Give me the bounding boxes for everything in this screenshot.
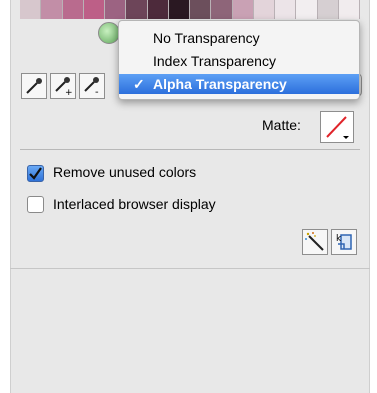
- color-swatch[interactable]: [62, 0, 84, 19]
- interlaced-browser-display-checkbox[interactable]: [27, 196, 44, 213]
- color-swatch[interactable]: [296, 0, 318, 19]
- matte-none-icon: [326, 116, 349, 139]
- color-swatch[interactable]: [338, 0, 360, 19]
- import-icon: k: [336, 234, 352, 250]
- svg-text:k: k: [336, 234, 342, 244]
- svg-text:-: -: [95, 87, 99, 95]
- menu-item-no-transparency[interactable]: No Transparency: [119, 28, 359, 48]
- color-swatch[interactable]: [253, 0, 275, 19]
- color-swatch[interactable]: [190, 0, 212, 19]
- svg-text:+: +: [65, 88, 72, 95]
- panel-bottom-edge: [10, 268, 370, 269]
- magic-wand-button[interactable]: [302, 229, 328, 255]
- matte-color-button[interactable]: [320, 111, 354, 143]
- color-swatch[interactable]: [211, 0, 233, 19]
- transparency-dropdown-menu: No Transparency Index Transparency ✓ Alp…: [118, 20, 360, 100]
- color-swatch[interactable]: [232, 0, 254, 19]
- globe-icon[interactable]: [98, 22, 120, 44]
- color-swatch[interactable]: [147, 0, 169, 19]
- color-swatch[interactable]: [105, 0, 127, 19]
- remove-unused-colors-checkbox[interactable]: [27, 165, 44, 182]
- eyedropper-subtract-icon: -: [84, 77, 99, 95]
- interlaced-browser-display-label: Interlaced browser display: [53, 196, 216, 212]
- remove-unused-colors-label: Remove unused colors: [53, 164, 197, 180]
- import-button[interactable]: k: [331, 229, 357, 255]
- eyedropper-icon: [26, 78, 42, 94]
- color-swatch[interactable]: [317, 0, 339, 19]
- color-swatch[interactable]: [168, 0, 190, 19]
- checkmark-icon: [29, 167, 42, 180]
- matte-label: Matte:: [262, 117, 301, 133]
- color-swatch[interactable]: [41, 0, 63, 19]
- color-swatch[interactable]: [83, 0, 105, 19]
- eyedropper-subtract-button[interactable]: -: [79, 73, 105, 99]
- eyedropper-add-button[interactable]: +: [50, 73, 76, 99]
- checkmark-icon: ✓: [133, 76, 145, 92]
- color-swatch[interactable]: [20, 0, 42, 19]
- color-table-swatches: [20, 0, 360, 19]
- eyedropper-button[interactable]: [21, 73, 47, 99]
- color-swatch[interactable]: [126, 0, 148, 19]
- color-swatch[interactable]: [275, 0, 297, 19]
- magic-wand-icon: [305, 232, 324, 251]
- menu-item-alpha-transparency[interactable]: ✓ Alpha Transparency: [119, 74, 359, 94]
- menu-item-index-transparency[interactable]: Index Transparency: [119, 51, 359, 71]
- section-divider: [20, 149, 360, 150]
- eyedropper-add-icon: +: [55, 77, 72, 95]
